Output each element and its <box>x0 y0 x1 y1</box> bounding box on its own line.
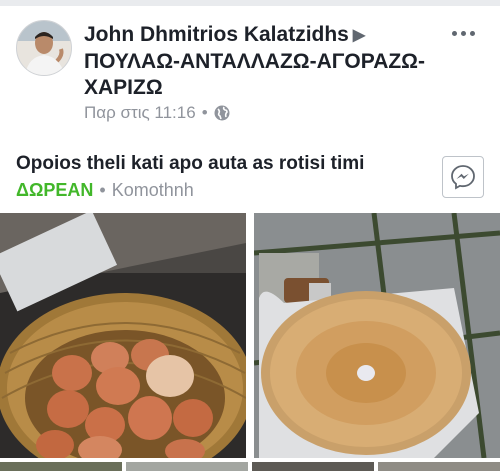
more-dots-icon[interactable] <box>450 26 478 40</box>
globe-icon <box>214 105 230 121</box>
avatar-photo <box>17 21 71 75</box>
feed-divider <box>0 0 500 6</box>
meta-separator: • <box>201 103 208 122</box>
photo-thumbnail[interactable] <box>378 462 500 471</box>
post-meta: Παρ στις 11:16 • <box>84 103 230 123</box>
avatar[interactable] <box>16 20 72 76</box>
more-photos-row <box>0 462 500 471</box>
photo-thumbnail[interactable] <box>0 462 122 471</box>
dot <box>461 31 466 36</box>
listing-info: ΔΩΡΕΑΝ • Komothnh <box>16 180 194 201</box>
listing-separator: • <box>99 180 106 200</box>
price-label: ΔΩΡΕΑΝ <box>16 180 94 200</box>
photo-thumbnail[interactable] <box>252 462 374 471</box>
author-name[interactable]: John Dhmitrios Kalatzidhs <box>84 23 349 46</box>
post-text: Opoios theli kati apo auta as rotisi tim… <box>16 153 365 174</box>
marketplace-post: John Dhmitrios Kalatzidhs ▶ ΠΟΥΛΑΩ-ΑΝΤΑΛΛ… <box>0 0 500 471</box>
photo-glass-plate[interactable] <box>254 213 500 458</box>
messenger-icon <box>451 165 475 190</box>
location-label: Komothnh <box>111 180 194 200</box>
group-name[interactable]: ΠΟΥΛΑΩ-ΑΝΤΑΛΛΑΖΩ-ΑΓΟΡΑΖΩ-ΧΑΡΙΖΩ <box>84 50 425 99</box>
message-seller-button[interactable] <box>442 156 484 198</box>
timestamp[interactable]: Παρ στις 11:16 <box>84 103 196 123</box>
play-triangle-icon: ▶ <box>352 27 366 44</box>
dot <box>470 31 475 36</box>
photo-eggs-basket[interactable] <box>0 213 246 458</box>
dot <box>452 31 457 36</box>
photo-thumbnail[interactable] <box>126 462 248 471</box>
post-header-title: John Dhmitrios Kalatzidhs ▶ ΠΟΥΛΑΩ-ΑΝΤΑΛΛ… <box>84 22 444 101</box>
